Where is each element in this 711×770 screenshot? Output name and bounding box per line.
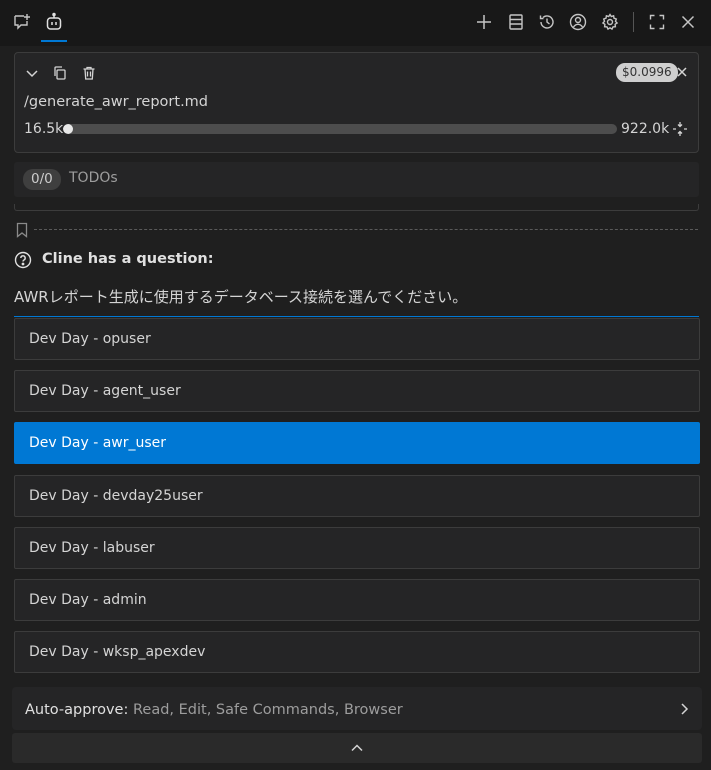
- account-icon[interactable]: [565, 9, 591, 35]
- option-button[interactable]: Dev Day - wksp_apexdev: [14, 631, 700, 673]
- todo-bar[interactable]: 0/0 TODOs: [14, 162, 699, 197]
- cost-badge: $0.0996: [616, 63, 678, 82]
- active-tab-indicator: [41, 40, 67, 42]
- tokens-used: 16.5k: [24, 121, 64, 137]
- question-text: AWRレポート生成に使用するデータベース接続を選んでください。: [14, 288, 468, 306]
- toolbar-separator: [633, 12, 634, 32]
- option-button[interactable]: Dev Day - admin: [14, 579, 700, 621]
- expand-toggle[interactable]: [12, 733, 702, 763]
- history-icon[interactable]: [534, 9, 560, 35]
- robot-icon[interactable]: [41, 9, 67, 35]
- bookmark-icon[interactable]: [15, 222, 29, 238]
- todo-count-badge: 0/0: [23, 169, 61, 190]
- todo-label: TODOs: [69, 170, 118, 186]
- chat-plus-icon[interactable]: [9, 9, 35, 35]
- trash-icon[interactable]: [80, 64, 98, 82]
- chevron-down-icon[interactable]: [23, 64, 41, 82]
- compress-icon[interactable]: [671, 120, 689, 138]
- fullscreen-icon[interactable]: [644, 9, 670, 35]
- copy-icon[interactable]: [51, 64, 69, 82]
- option-button[interactable]: Dev Day - devday25user: [14, 475, 700, 517]
- question-icon: [14, 251, 32, 269]
- gear-icon[interactable]: [597, 9, 623, 35]
- question-title: Cline has a question:: [42, 251, 214, 267]
- context-window-bar: [63, 124, 617, 134]
- auto-approve-bar[interactable]: Auto-approve: Read, Edit, Safe Commands,…: [12, 687, 702, 730]
- history-list-icon[interactable]: [503, 9, 529, 35]
- tokens-max: 922.0k: [621, 121, 670, 137]
- task-title: /generate_awr_report.md: [24, 94, 209, 110]
- top-toolbar: [0, 0, 711, 46]
- context-window-fill: [63, 124, 73, 134]
- option-button-selected[interactable]: Dev Day - awr_user: [14, 422, 700, 464]
- previous-message-edge: [14, 204, 699, 211]
- option-button[interactable]: Dev Day - opuser: [14, 318, 700, 360]
- chevron-right-icon: [681, 703, 689, 715]
- plus-icon[interactable]: [471, 9, 497, 35]
- checkpoint-divider: [34, 229, 698, 230]
- chevron-up-icon: [351, 744, 363, 752]
- option-button[interactable]: Dev Day - agent_user: [14, 370, 700, 412]
- auto-approve-text: Auto-approve: Read, Edit, Safe Commands,…: [25, 702, 403, 718]
- auto-approve-label: Auto-approve:: [25, 702, 129, 718]
- option-button[interactable]: Dev Day - labuser: [14, 527, 700, 569]
- auto-approve-items: Read, Edit, Safe Commands, Browser: [132, 702, 403, 718]
- close-task-icon[interactable]: [673, 63, 691, 81]
- close-icon[interactable]: [675, 9, 701, 35]
- task-header-card: $0.0996 /generate_awr_report.md 16.5k 92…: [14, 52, 699, 153]
- question-divider: [14, 316, 699, 317]
